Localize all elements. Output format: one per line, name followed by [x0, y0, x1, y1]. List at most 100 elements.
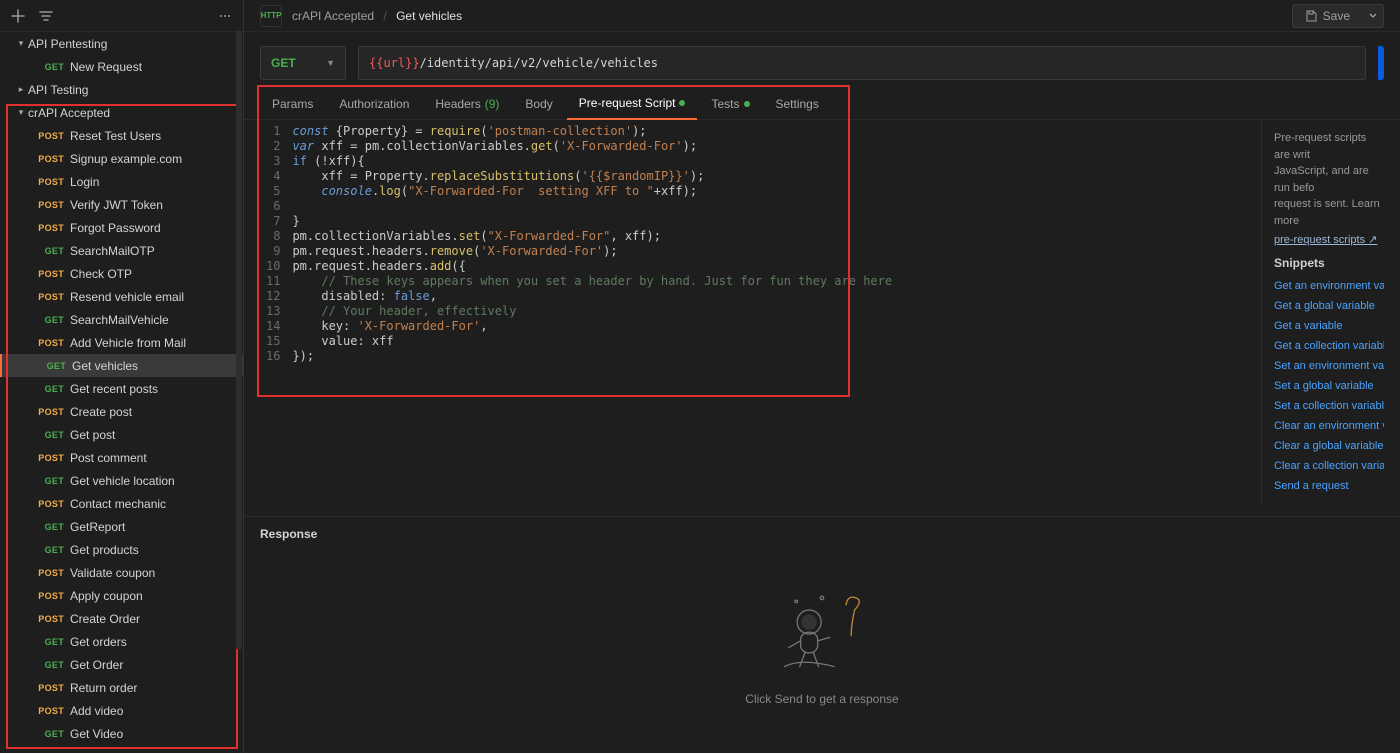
sidebar-item-new-request[interactable]: GET New Request [0, 55, 243, 78]
tab-settings[interactable]: Settings [764, 88, 831, 120]
tab-pre-request-script[interactable]: Pre-request Script [567, 88, 698, 120]
snippet-send-a-request[interactable]: Send a request [1274, 476, 1384, 496]
method-badge: GET [36, 430, 64, 440]
sidebar-item-get-vehicles[interactable]: GET Get vehicles [0, 354, 243, 377]
method-badge: GET [36, 384, 64, 394]
save-dropdown[interactable] [1362, 4, 1384, 28]
method-badge: POST [36, 614, 64, 624]
url-var: {{url}} [369, 56, 420, 70]
chevron-right-icon: ▸ [14, 84, 28, 95]
editor-region: 12345678910111213141516 const {Property}… [244, 120, 1400, 516]
tab-body[interactable]: Body [513, 88, 564, 120]
folder-api-testing[interactable]: ▸API Testing [0, 78, 243, 101]
url-input[interactable]: {{url}}/identity/api/v2/vehicle/vehicles [358, 46, 1366, 80]
breadcrumb-current: Get vehicles [396, 9, 462, 23]
method-badge: GET [36, 522, 64, 532]
scrollbar[interactable] [236, 30, 242, 650]
sidebar-item-resend-vehicle-email[interactable]: POSTResend vehicle email [0, 285, 243, 308]
new-icon[interactable] [8, 6, 28, 26]
snippets-title: Snippets [1274, 256, 1384, 270]
sidebar-item-get-post[interactable]: GETGet post [0, 423, 243, 446]
filter-icon[interactable] [36, 6, 56, 26]
sidebar-item-apply-coupon[interactable]: POSTApply coupon [0, 584, 243, 607]
tab-params[interactable]: Params [260, 88, 325, 120]
method-badge: GET [36, 246, 64, 256]
sidebar-item-label: Get vehicle location [70, 474, 175, 488]
save-label: Save [1323, 9, 1350, 23]
method-badge: POST [36, 568, 64, 578]
tab-headers[interactable]: Headers (9) [423, 88, 511, 120]
snippet-set-an-environment-variable[interactable]: Set an environment variable [1274, 356, 1384, 376]
method-badge: GET [36, 476, 64, 486]
chevron-down-icon: ▾ [14, 38, 28, 49]
sidebar-item-get-vehicle-location[interactable]: GET Get vehicle location [0, 469, 243, 492]
sidebar-item-forgot-password[interactable]: POSTForgot Password [0, 216, 243, 239]
tab-tests[interactable]: Tests [699, 88, 761, 120]
method-select[interactable]: GET ▼ [260, 46, 346, 80]
more-icon[interactable] [215, 6, 235, 26]
learn-link[interactable]: pre-request scripts ↗ [1274, 234, 1377, 246]
code-body[interactable]: const {Property} = require('postman-coll… [292, 120, 892, 506]
sidebar-item-get-order[interactable]: GETGet Order [0, 653, 243, 676]
folder-api-pentesting[interactable]: ▾API Pentesting [0, 32, 243, 55]
sidebar-item-verify-jwt-token[interactable]: POSTVerify JWT Token [0, 193, 243, 216]
method-badge: GET [36, 62, 64, 72]
status-dot-icon [679, 100, 685, 106]
snippet-clear-an-environment-variab[interactable]: Clear an environment variab [1274, 416, 1384, 436]
sidebar-item-validate-coupon[interactable]: POSTValidate coupon [0, 561, 243, 584]
sidebar-item-label: SearchMailOTP [70, 244, 155, 258]
sidebar-item-label: Return order [70, 681, 137, 695]
sidebar-item-label: Get recent posts [70, 382, 158, 396]
sidebar-item-label: Login [70, 175, 99, 189]
method-badge: POST [36, 499, 64, 509]
sidebar-item-searchmailvehicle[interactable]: GETSearchMailVehicle [0, 308, 243, 331]
tab-authorization[interactable]: Authorization [327, 88, 421, 120]
sidebar-item-add-video[interactable]: POSTAdd video [0, 699, 243, 722]
snippet-panel: Pre-request scripts are writ JavaScript,… [1261, 120, 1384, 506]
method-badge: POST [36, 453, 64, 463]
sidebar-item-return-order[interactable]: POST Return order [0, 676, 243, 699]
sidebar-item-searchmailotp[interactable]: GET SearchMailOTP [0, 239, 243, 262]
save-button[interactable]: Save [1292, 4, 1362, 28]
snippet-clear-a-global-variable[interactable]: Clear a global variable [1274, 436, 1384, 456]
sidebar-item-label: Post comment [70, 451, 147, 465]
sidebar-item-post-comment[interactable]: POST Post comment [0, 446, 243, 469]
method-value: GET [271, 56, 296, 70]
sidebar-item-create-post[interactable]: POST Create post [0, 400, 243, 423]
folder-crapi-accepted[interactable]: ▾crAPI Accepted [0, 101, 243, 124]
sidebar-item-get-recent-posts[interactable]: GET Get recent posts [0, 377, 243, 400]
sidebar-item-label: SearchMailVehicle [70, 313, 169, 327]
request-row: GET ▼ {{url}}/identity/api/v2/vehicle/ve… [244, 32, 1400, 88]
snippet-clear-a-collection-variable[interactable]: Clear a collection variable [1274, 456, 1384, 476]
sidebar-item-getreport[interactable]: GETGetReport [0, 515, 243, 538]
sidebar-item-get-video[interactable]: GETGet Video [0, 722, 243, 745]
snippet-set-a-global-variable[interactable]: Set a global variable [1274, 376, 1384, 396]
code-editor[interactable]: 12345678910111213141516 const {Property}… [260, 120, 1261, 506]
snippet-get-an-environment-variable[interactable]: Get an environment variable [1274, 276, 1384, 296]
method-badge: POST [36, 683, 64, 693]
astronaut-icon [762, 578, 882, 678]
response-title: Response [260, 527, 1384, 541]
method-badge: POST [36, 407, 64, 417]
sidebar-item-check-otp[interactable]: POSTCheck OTP [0, 262, 243, 285]
sidebar-item-get-orders[interactable]: GETGet orders [0, 630, 243, 653]
sidebar-item-label: Get vehicles [72, 359, 138, 373]
breadcrumb-parent[interactable]: crAPI Accepted [292, 9, 374, 23]
sidebar-item-add-vehicle-from-mail[interactable]: POSTAdd Vehicle from Mail [0, 331, 243, 354]
sidebar-item-label: Create post [70, 405, 132, 419]
sidebar-item-contact-mechanic[interactable]: POSTContact mechanic [0, 492, 243, 515]
snippet-get-a-global-variable[interactable]: Get a global variable [1274, 296, 1384, 316]
send-button[interactable] [1378, 46, 1384, 80]
sidebar-item-get-products[interactable]: GETGet products [0, 538, 243, 561]
sidebar-item-reset-test-users[interactable]: POSTReset Test Users [0, 124, 243, 147]
sidebar-item-signup-example.com[interactable]: POSTSignup example.com [0, 147, 243, 170]
http-icon: HTTP [260, 5, 282, 27]
sidebar-item-label: New Request [70, 60, 142, 74]
snippet-set-a-collection-variable[interactable]: Set a collection variable [1274, 396, 1384, 416]
sidebar-item-create-order[interactable]: POSTCreate Order [0, 607, 243, 630]
sidebar-item-login[interactable]: POSTLogin [0, 170, 243, 193]
snippet-get-a-variable[interactable]: Get a variable [1274, 316, 1384, 336]
snippet-get-a-collection-variable[interactable]: Get a collection variable [1274, 336, 1384, 356]
sidebar-tree: ▾API Pentesting GET New Request ▸API Testin… [0, 32, 243, 753]
method-badge: GET [38, 361, 66, 371]
